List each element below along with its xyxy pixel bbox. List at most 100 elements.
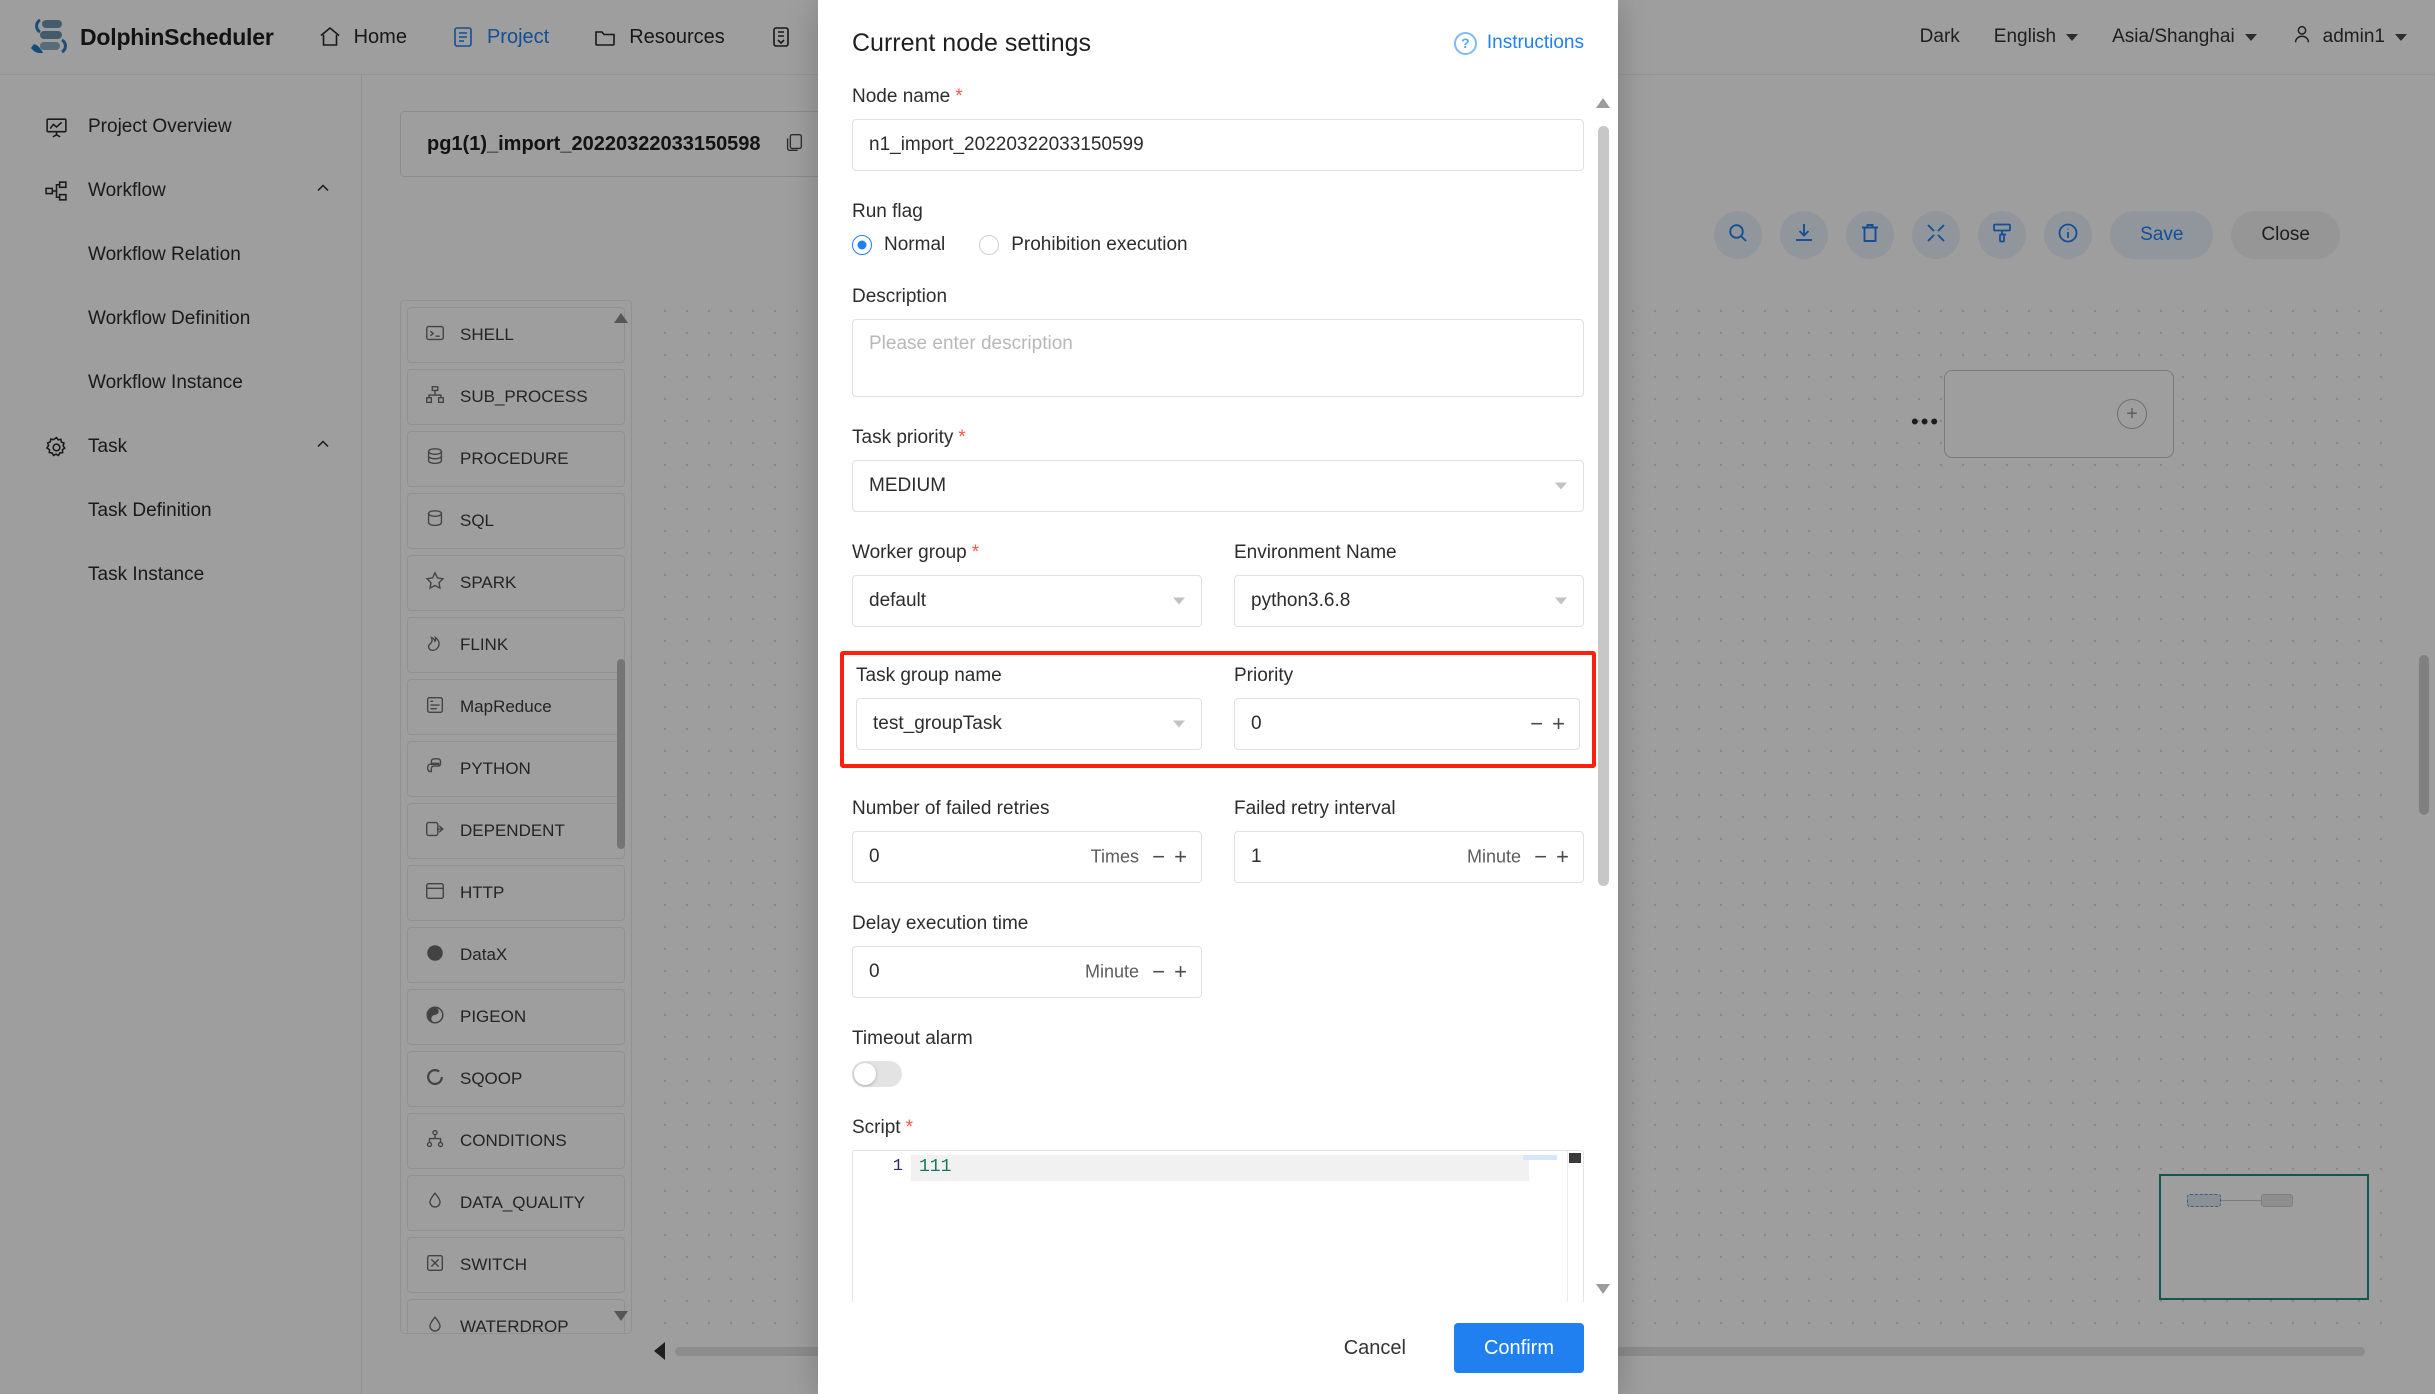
palette-item-sqoop[interactable]: SQOOP (407, 1051, 625, 1107)
task-group-priority-value: 0 (1251, 713, 1262, 735)
scroll-down-arrow-icon[interactable] (1596, 1284, 1610, 1294)
scroll-up-arrow-icon[interactable] (614, 309, 628, 323)
sidebar-item-workflow-definition[interactable]: Workflow Definition (0, 287, 361, 351)
format-button[interactable] (1978, 211, 2026, 259)
search-button[interactable] (1714, 211, 1762, 259)
node-name-field: Node name* n1_import_20220322033150599 (852, 86, 1584, 171)
palette-item-waterdrop[interactable]: WATERDROP (407, 1299, 625, 1334)
delay-execution-time-unit: Minute (1085, 962, 1139, 983)
dolphinscheduler-logo-icon (28, 16, 72, 58)
delay-execution-time-value: 0 (869, 961, 880, 983)
stepper-increment-icon[interactable]: + (1174, 846, 1187, 868)
palette-item-python[interactable]: PYTHON (407, 741, 625, 797)
palette-item-http[interactable]: HTTP (407, 865, 625, 921)
palette-scrollbar[interactable] (615, 309, 627, 1325)
download-button[interactable] (1780, 211, 1828, 259)
modal-scroll-thumb[interactable] (1598, 126, 1609, 886)
sidebar-item-task-instance[interactable]: Task Instance (0, 543, 361, 607)
palette-item-dependent[interactable]: DEPENDENT (407, 803, 625, 859)
confirm-button[interactable]: Confirm (1454, 1323, 1584, 1373)
failed-retries-stepper[interactable]: 0 Times − + (852, 831, 1202, 883)
environment-name-label: Environment Name (1234, 542, 1584, 564)
scroll-left-arrow-icon[interactable] (654, 1342, 665, 1360)
timeout-alarm-field: Timeout alarm (852, 1028, 1584, 1087)
sidebar-item-workflow[interactable]: Workflow (0, 159, 361, 223)
node-name-input[interactable]: n1_import_20220322033150599 (852, 119, 1584, 171)
canvas-vscroll-thumb[interactable] (2419, 655, 2429, 815)
sidebar-item-project-overview[interactable]: Project Overview (0, 95, 361, 159)
sidebar-item-workflow-relation[interactable]: Workflow Relation (0, 223, 361, 287)
sidebar-label: Workflow Relation (88, 244, 241, 266)
modal-scrollbar[interactable] (1596, 98, 1610, 1294)
scroll-up-arrow-icon[interactable] (1596, 98, 1610, 108)
task-group-name-select[interactable]: test_groupTask (856, 698, 1202, 750)
worker-group-select[interactable]: default (852, 575, 1202, 627)
nav-item-project[interactable]: Project (451, 25, 549, 49)
stepper-increment-icon[interactable]: + (1552, 713, 1565, 735)
run-flag-option-normal[interactable]: Normal (852, 234, 945, 256)
palette-item-shell[interactable]: SHELL (407, 307, 625, 363)
description-textarea[interactable]: Please enter description (852, 319, 1584, 397)
task-priority-select[interactable]: MEDIUM (852, 460, 1584, 512)
failed-retry-interval-field: Failed retry interval 1 Minute − + (1234, 798, 1584, 883)
close-button[interactable]: Close (2231, 211, 2340, 259)
dag-node[interactable]: ••• + (1944, 370, 2174, 458)
palette-item-flink[interactable]: FLINK (407, 617, 625, 673)
save-button[interactable]: Save (2110, 211, 2213, 259)
stepper-increment-icon[interactable]: + (1556, 846, 1569, 868)
palette-label: SPARK (460, 573, 516, 593)
run-flag-option-prohibition[interactable]: Prohibition execution (979, 234, 1187, 256)
overview-icon (44, 115, 74, 140)
palette-item-datax[interactable]: DataX (407, 927, 625, 983)
instructions-link[interactable]: ? Instructions (1454, 32, 1584, 55)
sidebar-item-task[interactable]: Task (0, 415, 361, 479)
stepper-decrement-icon[interactable]: − (1530, 713, 1543, 735)
palette-item-sub-process[interactable]: SUB_PROCESS (407, 369, 625, 425)
brand-logo-area[interactable]: DolphinScheduler (28, 16, 274, 58)
palette-item-mapreduce[interactable]: MapReduce (407, 679, 625, 735)
required-asterisk: * (972, 542, 979, 563)
environment-name-select[interactable]: python3.6.8 (1234, 575, 1584, 627)
palette-item-spark[interactable]: SPARK (407, 555, 625, 611)
nav-item-datasource[interactable] (769, 25, 805, 49)
timeout-alarm-toggle[interactable] (852, 1061, 902, 1087)
palette-item-procedure[interactable]: PROCEDURE (407, 431, 625, 487)
minimap-link (2221, 1200, 2261, 1201)
timezone-selector[interactable]: Asia/Shanghai (2112, 26, 2257, 48)
dag-minimap[interactable] (2159, 1174, 2369, 1300)
cancel-button[interactable]: Cancel (1318, 1323, 1432, 1373)
scroll-down-arrow-icon[interactable] (614, 1311, 628, 1325)
fullscreen-button[interactable] (1912, 211, 1960, 259)
modal-header: Current node settings ? Instructions (818, 0, 1618, 86)
stepper-decrement-icon[interactable]: − (1152, 846, 1165, 868)
stepper-increment-icon[interactable]: + (1174, 961, 1187, 983)
nav-item-home[interactable]: Home (318, 25, 407, 49)
stepper-decrement-icon[interactable]: − (1152, 961, 1165, 983)
stepper-decrement-icon[interactable]: − (1534, 846, 1547, 868)
nav-item-resources[interactable]: Resources (593, 25, 725, 49)
task-group-priority-stepper[interactable]: 0 − + (1234, 698, 1580, 750)
script-code-editor[interactable]: 1 111 (852, 1150, 1584, 1302)
delay-execution-time-stepper[interactable]: 0 Minute − + (852, 946, 1202, 998)
palette-scroll-thumb[interactable] (617, 659, 625, 849)
language-selector[interactable]: English (1994, 26, 2078, 48)
user-menu[interactable]: admin1 (2291, 23, 2407, 51)
palette-item-data-quality[interactable]: DATA_QUALITY (407, 1175, 625, 1231)
delay-row-spacer (1234, 913, 1584, 998)
delete-button[interactable] (1846, 211, 1894, 259)
theme-toggle[interactable]: Dark (1920, 26, 1960, 48)
editor-vertical-scrollbar[interactable] (1567, 1151, 1583, 1302)
copy-icon[interactable] (783, 131, 805, 158)
info-button[interactable] (2044, 211, 2092, 259)
palette-item-conditions[interactable]: CONDITIONS (407, 1113, 625, 1169)
failed-retry-interval-stepper[interactable]: 1 Minute − + (1234, 831, 1584, 883)
palette-item-pigeon[interactable]: PIGEON (407, 989, 625, 1045)
palette-item-switch[interactable]: SWITCH (407, 1237, 625, 1293)
canvas-vertical-scrollbar[interactable] (2417, 315, 2431, 1055)
sidebar-item-workflow-instance[interactable]: Workflow Instance (0, 351, 361, 415)
palette-item-sql[interactable]: SQL (407, 493, 625, 549)
node-add-icon[interactable]: + (2117, 399, 2147, 429)
home-icon (318, 25, 342, 49)
sidebar-item-task-definition[interactable]: Task Definition (0, 479, 361, 543)
editor-vscroll-thumb[interactable] (1569, 1153, 1581, 1163)
